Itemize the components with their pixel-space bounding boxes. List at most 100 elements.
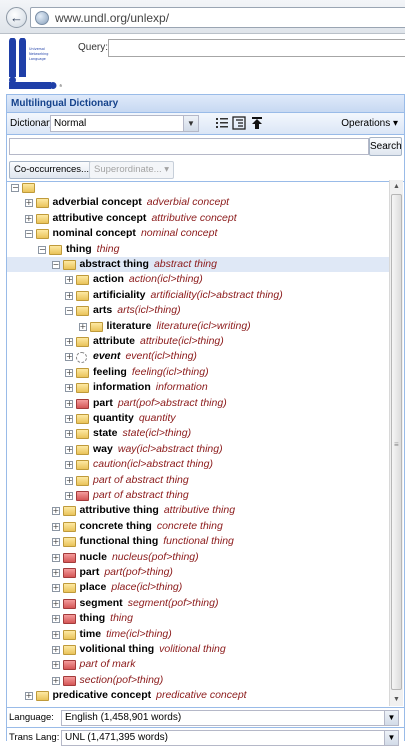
tree-node-label[interactable]: event event(icl>thing) [93, 349, 197, 364]
expand-icon[interactable]: + [51, 661, 60, 670]
tree-node[interactable]: − arts arts(icl>thing) [7, 303, 389, 318]
tree-node[interactable]: + section(pof>thing) [7, 673, 389, 688]
tree-node[interactable]: − nominal concept nominal concept [7, 226, 389, 241]
tree-node-label[interactable]: place place(icl>thing) [80, 580, 183, 595]
tree-node[interactable]: + literature literature(icl>writing) [7, 319, 389, 334]
search-button[interactable]: Search [369, 137, 402, 156]
scroll-down-arrow-icon[interactable]: ▼ [390, 693, 403, 706]
tree-node[interactable]: + concrete thing concrete thing [7, 519, 389, 534]
tree-node-label[interactable]: information information [93, 380, 208, 395]
tree-node[interactable]: + quantity quantity [7, 411, 389, 426]
tree-node[interactable]: + part of abstract thing [7, 488, 389, 503]
tree-node-label[interactable]: attributive concept attributive concept [53, 211, 237, 226]
expand-icon[interactable]: + [51, 630, 60, 639]
tree-node-label[interactable]: predicative concept predicative concept [53, 688, 247, 703]
tree-node[interactable]: + state state(icl>thing) [7, 426, 389, 441]
expand-icon[interactable]: + [78, 322, 87, 331]
tree-node-label[interactable]: segment segment(pof>thing) [80, 596, 219, 611]
tree-node[interactable]: − [7, 180, 389, 195]
chevron-down-icon[interactable]: ▼ [384, 711, 398, 725]
tree-node-label[interactable]: quantity quantity [93, 411, 176, 426]
dictionary-select[interactable]: Normal ▼ [50, 115, 199, 132]
tree-node-label[interactable]: caution(icl>abstract thing) [93, 457, 213, 472]
expand-icon[interactable]: + [51, 507, 60, 516]
expand-icon[interactable]: + [65, 368, 73, 377]
tree-node[interactable]: + part part(pof>thing) [7, 565, 389, 580]
trans-language-select[interactable]: UNL (1,471,395 words) ▼ [61, 730, 399, 746]
tree-node[interactable]: + information information [7, 380, 389, 395]
cooccurrences-button[interactable]: Co-occurrences... [9, 161, 94, 179]
tree-node-label[interactable]: abstract thing abstract thing [80, 257, 217, 272]
tree-node-label[interactable]: part of abstract thing [93, 473, 189, 488]
tree-node[interactable]: + action action(icl>thing) [7, 272, 389, 287]
tree-node[interactable]: + event event(icl>thing) [7, 349, 389, 364]
back-arrow-icon[interactable]: ← [6, 7, 27, 28]
expand-icon[interactable]: + [65, 461, 73, 470]
tree-node-label[interactable]: adverbial concept adverbial concept [53, 195, 230, 210]
tree-scrollbar[interactable]: ▲ ≡ ▼ [389, 180, 403, 706]
collapse-icon[interactable]: − [65, 307, 73, 316]
tree-node-label[interactable]: part part(pof>abstract thing) [93, 396, 227, 411]
tree-node[interactable]: − abstract thing abstract thing [7, 257, 389, 273]
tree-node[interactable]: + predicative concept predicative concept [7, 688, 389, 703]
tree-node[interactable]: + caution(icl>abstract thing) [7, 457, 389, 472]
collapse-icon[interactable]: − [38, 245, 46, 254]
operations-menu-button[interactable]: Operations ▾ [341, 118, 398, 129]
tree-node[interactable]: + part part(pof>abstract thing) [7, 396, 389, 411]
expand-icon[interactable]: + [51, 599, 60, 608]
language-select[interactable]: English (1,458,901 words) ▼ [61, 710, 399, 726]
tree-node-label[interactable]: arts arts(icl>thing) [93, 303, 181, 318]
address-bar[interactable]: www.undl.org/unlexp/ [30, 7, 405, 28]
tree-node-label[interactable]: feeling feeling(icl>thing) [93, 365, 209, 380]
expand-icon[interactable]: + [24, 214, 33, 223]
expand-icon[interactable]: + [24, 199, 33, 208]
expand-icon[interactable]: + [51, 538, 60, 547]
collapse-icon[interactable]: − [11, 184, 19, 192]
tree-node-label[interactable]: functional thing functional thing [80, 534, 234, 549]
tree-node-label[interactable]: part of mark [80, 657, 136, 672]
expand-icon[interactable]: + [51, 553, 60, 562]
tree-node-label[interactable]: attributive thing attributive thing [80, 503, 236, 518]
expand-icon[interactable]: + [65, 430, 73, 439]
scroll-up-arrow-icon[interactable]: ▲ [390, 180, 403, 193]
expand-icon[interactable]: + [51, 569, 60, 577]
tree-node-label[interactable]: thing thing [66, 242, 119, 257]
tree-node[interactable]: + volitional thing volitional thing [7, 642, 389, 657]
tree-node[interactable]: + functional thing functional thing [7, 534, 389, 549]
expand-icon[interactable]: + [51, 522, 60, 531]
search-input[interactable] [9, 138, 369, 155]
expand-icon[interactable]: + [65, 276, 73, 285]
tree-node-label[interactable]: concrete thing concrete thing [80, 519, 223, 534]
expand-icon[interactable]: + [65, 445, 73, 454]
expand-icon[interactable]: + [65, 291, 73, 300]
collapse-icon[interactable]: − [24, 230, 33, 239]
list-view-icon[interactable] [215, 116, 229, 130]
tree-node-label[interactable]: part part(pof>thing) [80, 565, 173, 580]
tree-view-icon[interactable] [232, 116, 246, 130]
chevron-down-icon[interactable]: ▼ [384, 731, 398, 745]
tree-node-label[interactable]: thing thing [80, 611, 133, 626]
tree-node[interactable]: + feeling feeling(icl>thing) [7, 365, 389, 380]
tree-node[interactable]: + nucle nucleus(pof>thing) [7, 550, 389, 565]
tree-node-label[interactable]: section(pof>thing) [80, 673, 164, 688]
expand-icon[interactable]: + [65, 399, 73, 408]
tree-node-label[interactable]: attribute attribute(icl>thing) [93, 334, 224, 349]
tree-node-label[interactable]: nominal concept nominal concept [53, 226, 218, 241]
tree-node[interactable]: + part of mark [7, 657, 389, 672]
query-input[interactable] [108, 39, 405, 57]
collapse-icon[interactable]: − [51, 261, 60, 269]
expand-icon[interactable]: + [51, 584, 60, 593]
tree-node[interactable]: + attribute attribute(icl>thing) [7, 334, 389, 349]
expand-icon[interactable]: + [51, 615, 60, 624]
tree-node[interactable]: + adverbial concept adverbial concept [7, 195, 389, 210]
tree-node[interactable]: + attributive concept attributive concept [7, 211, 389, 226]
expand-icon[interactable]: + [24, 692, 33, 701]
tree-node[interactable]: + attributive thing attributive thing [7, 503, 389, 518]
expand-icon[interactable]: + [65, 338, 73, 346]
tree-node-label[interactable]: time time(icl>thing) [80, 627, 172, 642]
expand-icon[interactable]: + [65, 476, 73, 485]
expand-icon[interactable]: + [65, 353, 73, 362]
tree-node-label[interactable]: state state(icl>thing) [93, 426, 191, 441]
tree-node-label[interactable]: action action(icl>thing) [93, 272, 203, 287]
tree-node-label[interactable]: way way(icl>abstract thing) [93, 442, 223, 457]
